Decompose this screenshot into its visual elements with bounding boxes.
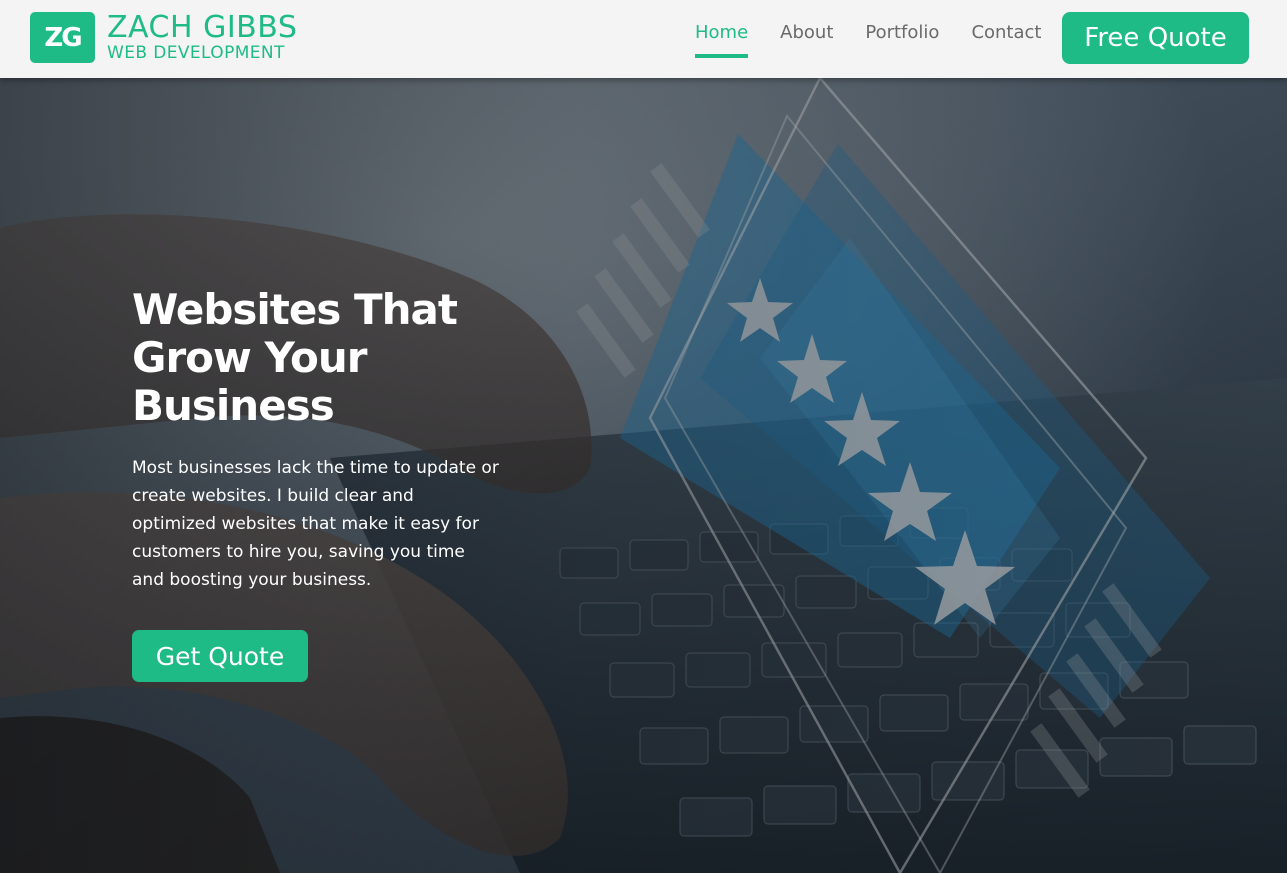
hero-description: Most businesses lack the time to update … [132, 458, 499, 590]
nav-item-home[interactable]: Home [695, 22, 749, 58]
get-quote-button[interactable]: Get Quote [132, 630, 308, 682]
nav-item-about[interactable]: About [780, 22, 833, 54]
logo-name: ZACH GIBBS [107, 10, 298, 45]
logo-link[interactable]: ZG ZACH GIBBS WEB DEVELOPMENT [30, 12, 297, 63]
site-header: ZG ZACH GIBBS WEB DEVELOPMENT Home About… [0, 0, 1287, 78]
nav-item-contact[interactable]: Contact [971, 22, 1041, 54]
logo-icon: ZG [30, 12, 95, 63]
hero-section: Websites That Grow Your Business Most bu… [0, 78, 1287, 873]
logo-tagline: WEB DEVELOPMENT [107, 43, 285, 63]
hero-title-line-1: Websites That [132, 285, 458, 334]
logo-wordmark: ZACH GIBBS WEB DEVELOPMENT [107, 13, 297, 62]
main-nav: Home About Portfolio Contact [695, 22, 1073, 58]
hero-content: Websites That Grow Your Business Most bu… [132, 286, 522, 682]
free-quote-button[interactable]: Free Quote [1062, 12, 1249, 64]
hero-title-line-2: Grow Your [132, 333, 368, 382]
hero-title-line-3: Business [132, 381, 335, 430]
page: ZG ZACH GIBBS WEB DEVELOPMENT Home About… [0, 0, 1287, 873]
nav-item-portfolio[interactable]: Portfolio [865, 22, 939, 54]
logo-mark-text: ZG [44, 22, 82, 53]
hero-title: Websites That Grow Your Business [132, 286, 522, 430]
